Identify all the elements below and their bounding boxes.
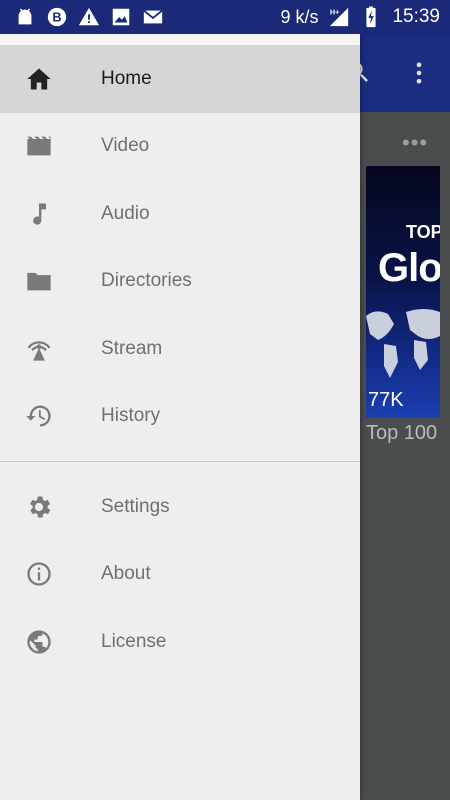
status-bar-right: 9 k/s H+ 15:39	[280, 6, 440, 28]
drawer-top-strip	[0, 34, 360, 45]
nav-item-audio[interactable]: Audio	[0, 180, 360, 248]
gear-icon	[25, 493, 53, 521]
nav-item-video[interactable]: Video	[0, 113, 360, 181]
video-title[interactable]: Top 100	[366, 422, 437, 445]
status-bar: B 9 k/s H+ 15:39	[0, 0, 450, 34]
nav-item-about[interactable]: About	[0, 541, 360, 609]
view-count: 77K	[368, 389, 404, 411]
world-map-graphic	[366, 309, 440, 378]
overflow-menu-icon[interactable]	[405, 59, 433, 87]
nav-label-about: About	[101, 563, 151, 585]
video-thumbnail[interactable]: TOP Glo 77K	[366, 166, 440, 418]
nav-label-history: History	[101, 405, 161, 427]
nav-item-home[interactable]: Home	[0, 45, 360, 113]
hplus-signal-icon: H+	[328, 6, 350, 28]
thumbnail-overlay-top: TOP	[406, 222, 440, 242]
broadcast-tower-icon	[25, 335, 53, 363]
info-icon	[25, 560, 53, 588]
b-badge-icon: B	[46, 6, 68, 28]
nav-label-video: Video	[101, 135, 150, 157]
android-icon	[14, 6, 36, 28]
thumbnail-overlay-title: Glo	[378, 246, 440, 290]
nav-label-home: Home	[101, 67, 152, 89]
folder-icon	[25, 267, 53, 295]
screen: B 9 k/s H+ 15:39 ••• TOP Glo 77K Top 100…	[0, 0, 450, 800]
nav-label-settings: Settings	[101, 495, 170, 517]
item-more-icon[interactable]: •••	[402, 130, 428, 156]
nav-label-stream: Stream	[101, 337, 163, 359]
svg-text:H+: H+	[330, 7, 340, 16]
home-icon	[25, 65, 53, 93]
status-bar-left: B	[14, 6, 164, 28]
svg-text:B: B	[52, 10, 61, 25]
nav-label-license: License	[101, 630, 167, 652]
nav-label-directories: Directories	[101, 270, 192, 292]
image-icon	[110, 6, 132, 28]
nav-item-directories[interactable]: Directories	[0, 248, 360, 316]
mail-icon	[142, 6, 164, 28]
nav-label-audio: Audio	[101, 202, 150, 224]
video-clapper-icon	[25, 132, 53, 160]
network-speed: 9 k/s	[280, 6, 319, 27]
history-icon	[25, 402, 53, 430]
drawer-divider	[0, 461, 360, 462]
music-note-icon	[25, 200, 53, 228]
navigation-drawer: Home Video Audio Directories Stream Hist…	[0, 34, 360, 800]
clock: 15:39	[392, 6, 440, 27]
battery-charging-icon	[360, 6, 382, 28]
nav-item-stream[interactable]: Stream	[0, 315, 360, 383]
globe-icon	[25, 628, 53, 656]
nav-item-settings[interactable]: Settings	[0, 473, 360, 541]
nav-item-license[interactable]: License	[0, 608, 360, 676]
warning-icon	[78, 6, 100, 28]
nav-item-history[interactable]: History	[0, 383, 360, 451]
